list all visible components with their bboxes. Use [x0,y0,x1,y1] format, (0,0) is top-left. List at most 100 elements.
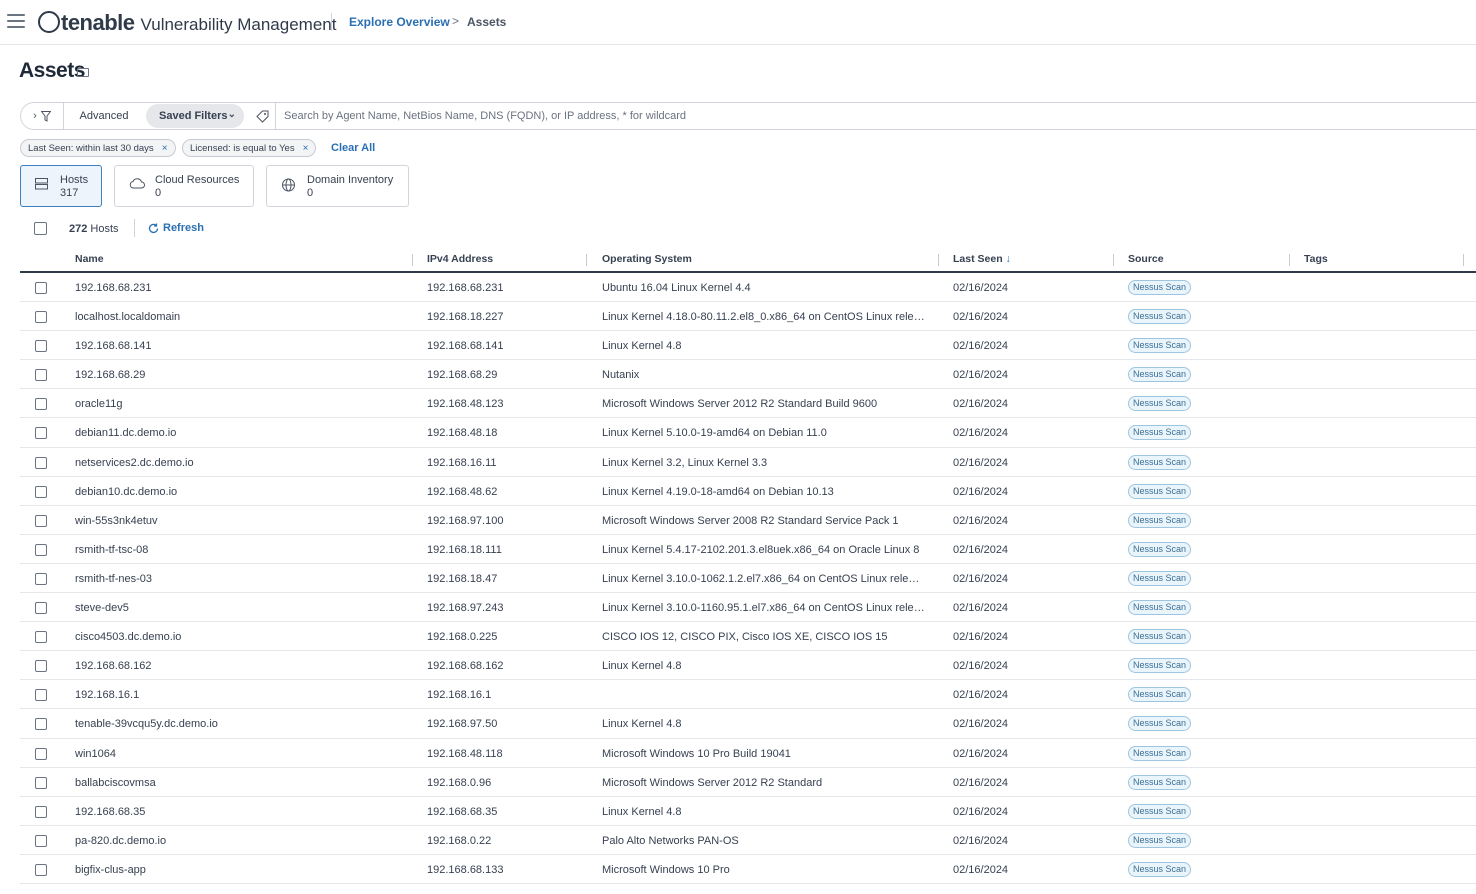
cell-name[interactable]: netservices2.dc.demo.io [75,457,405,469]
column-header-source[interactable]: Source [1128,253,1164,265]
column-resize-handle[interactable] [412,254,413,266]
table-row[interactable]: 192.168.16.1 192.168.16.1 02/16/2024 Nessus… [20,680,1476,710]
table-row[interactable]: 192.168.68.141 192.168.68.141 Linux Kernel… [20,331,1476,361]
clear-all-link[interactable]: Clear All [331,142,375,154]
row-checkbox[interactable] [35,427,47,440]
cell-name[interactable]: win1064 [75,748,405,760]
table-row[interactable]: netservices2.dc.demo.io 192.168.16.11 Linu… [20,448,1476,477]
cell-name[interactable]: 192.168.68.35 [75,806,405,818]
search-input[interactable] [277,105,1457,127]
table-row[interactable]: win-55s3nk4etuv 192.168.97.100 Microsoft W… [20,506,1476,535]
refresh-button[interactable]: Refresh [148,222,204,234]
column-resize-handle[interactable] [1113,254,1114,266]
cell-name[interactable]: rsmith-tf-tsc-08 [75,544,405,556]
table-row[interactable]: win1064 192.168.48.118 Microsoft Windows 1… [20,739,1476,768]
remove-chip-icon[interactable]: × [303,143,309,154]
cell-name[interactable]: debian10.dc.demo.io [75,486,405,498]
table-row[interactable]: localhost.localdomain 192.168.18.227 Linux… [20,302,1476,332]
cell-name[interactable]: oracle11g [75,398,405,410]
table-row[interactable]: debian11.dc.demo.io 192.168.48.18 Linux Ke… [20,418,1476,448]
monitor-icon[interactable] [77,68,89,77]
domain-inventory-card[interactable]: Domain Inventory 0 [266,165,409,207]
hosts-count-number: 272 [69,223,88,235]
tag-filter-button[interactable] [250,103,276,129]
column-header-last-seen[interactable]: Last Seen ↓ [953,253,1011,265]
table-row[interactable]: rsmith-tf-tsc-08 192.168.18.111 Linux Kern… [20,535,1476,564]
cell-name[interactable]: steve-dev5 [75,602,405,614]
row-checkbox[interactable] [35,543,47,556]
table-row[interactable]: debian10.dc.demo.io 192.168.48.62 Linux Ke… [20,477,1476,506]
table-row[interactable]: pa-820.dc.demo.io 192.168.0.22 Palo Alto N… [20,826,1476,855]
row-checkbox[interactable] [35,282,47,294]
row-checkbox[interactable] [35,660,47,673]
filter-panel-toggle[interactable]: › [21,103,64,129]
column-resize-handle[interactable] [938,254,939,266]
breadcrumb-explore-overview[interactable]: Explore Overview [349,15,450,29]
table-row[interactable]: tenable-39vcqu5y.dc.demo.io 192.168.97.50… [20,709,1476,739]
row-checkbox[interactable] [35,369,47,382]
source-badge: Nessus Scan [1128,454,1192,470]
column-header-os[interactable]: Operating System [602,253,692,265]
hosts-count-label: Hosts [90,223,119,235]
row-checkbox[interactable] [35,863,47,876]
cell-name[interactable]: pa-820.dc.demo.io [75,835,405,847]
row-checkbox[interactable] [35,340,47,353]
cell-name[interactable]: win-55s3nk4etuv [75,515,405,527]
table-row[interactable]: bigfix-clus-app 192.168.68.133 Microsoft W… [20,855,1476,884]
cloud-resources-card[interactable]: Cloud Resources 0 [114,165,254,207]
hamburger-menu-icon[interactable] [7,14,25,28]
table-body: 192.168.68.231 192.168.68.231 Ubuntu 16.04… [20,273,1476,884]
column-resize-handle[interactable] [1289,254,1290,266]
cell-name[interactable]: 192.168.16.1 [75,689,405,701]
table-row[interactable]: steve-dev5 192.168.97.243 Linux Kernel 3.1… [20,593,1476,623]
table-row[interactable]: oracle11g 192.168.48.123 Microsoft Windows… [20,389,1476,419]
table-row[interactable]: 192.168.68.231 192.168.68.231 Ubuntu 16.04… [20,273,1476,303]
row-checkbox[interactable] [35,834,47,847]
row-checkbox[interactable] [35,747,47,760]
cell-name[interactable]: 192.168.68.231 [75,282,405,294]
cell-name[interactable]: debian11.dc.demo.io [75,427,405,439]
row-checkbox[interactable] [35,805,47,818]
table-row[interactable]: 192.168.68.162 192.168.68.162 Linux Kernel… [20,651,1476,681]
table-row[interactable]: cisco4503.dc.demo.io 192.168.0.225 CISCO I… [20,622,1476,652]
select-all-checkbox[interactable] [34,222,47,235]
tenable-logo[interactable]: tenable Vulnerability Management [38,8,336,36]
cell-name[interactable]: cisco4503.dc.demo.io [75,631,405,643]
cell-last-seen: 02/16/2024 [953,456,1009,469]
cell-name[interactable]: 192.168.68.141 [75,340,405,352]
remove-chip-icon[interactable]: × [162,143,168,154]
cell-name[interactable]: ballabciscovmsa [75,777,405,789]
cell-name[interactable]: tenable-39vcqu5y.dc.demo.io [75,718,405,730]
column-resize-handle[interactable] [586,254,587,266]
row-checkbox[interactable] [35,514,47,527]
row-checkbox[interactable] [35,776,47,789]
table-row[interactable]: 192.168.68.29 192.168.68.29 Nutanix 02/16/2… [20,360,1476,390]
row-checkbox[interactable] [35,485,47,498]
cell-name[interactable]: rsmith-tf-nes-03 [75,573,405,585]
table-row[interactable]: 192.168.68.35 192.168.68.35 Linux Kernel 4… [20,797,1476,826]
cell-name[interactable]: bigfix-clus-app [75,864,405,876]
table-row[interactable]: rsmith-tf-nes-03 192.168.18.47 Linux Kerne… [20,564,1476,594]
row-checkbox[interactable] [35,311,47,324]
brand-name: tenable [61,10,135,35]
row-checkbox[interactable] [35,689,47,702]
cell-name[interactable]: 192.168.68.29 [75,369,405,381]
cell-ipv4: 192.168.97.243 [427,602,504,615]
cell-os: Linux Kernel 5.4.17-2102.201.3.el8uek.x8… [602,543,920,556]
column-header-ipv4[interactable]: IPv4 Address [427,253,493,265]
row-checkbox[interactable] [35,602,47,615]
table-row[interactable]: ballabciscovmsa 192.168.0.96 Microsoft Win… [20,768,1476,797]
row-checkbox[interactable] [35,456,47,469]
advanced-button[interactable]: Advanced [65,103,143,129]
column-resize-handle[interactable] [1463,254,1464,266]
row-checkbox[interactable] [35,572,47,585]
row-checkbox[interactable] [35,718,47,731]
column-header-name[interactable]: Name [75,253,104,265]
column-header-tags[interactable]: Tags [1304,253,1328,265]
hosts-card[interactable]: Hosts 317 [20,165,102,207]
cell-name[interactable]: localhost.localdomain [75,311,405,323]
cell-name[interactable]: 192.168.68.162 [75,660,405,672]
row-checkbox[interactable] [35,398,47,411]
saved-filters-dropdown[interactable]: Saved Filters ⌄ [146,104,244,128]
row-checkbox[interactable] [35,631,47,644]
